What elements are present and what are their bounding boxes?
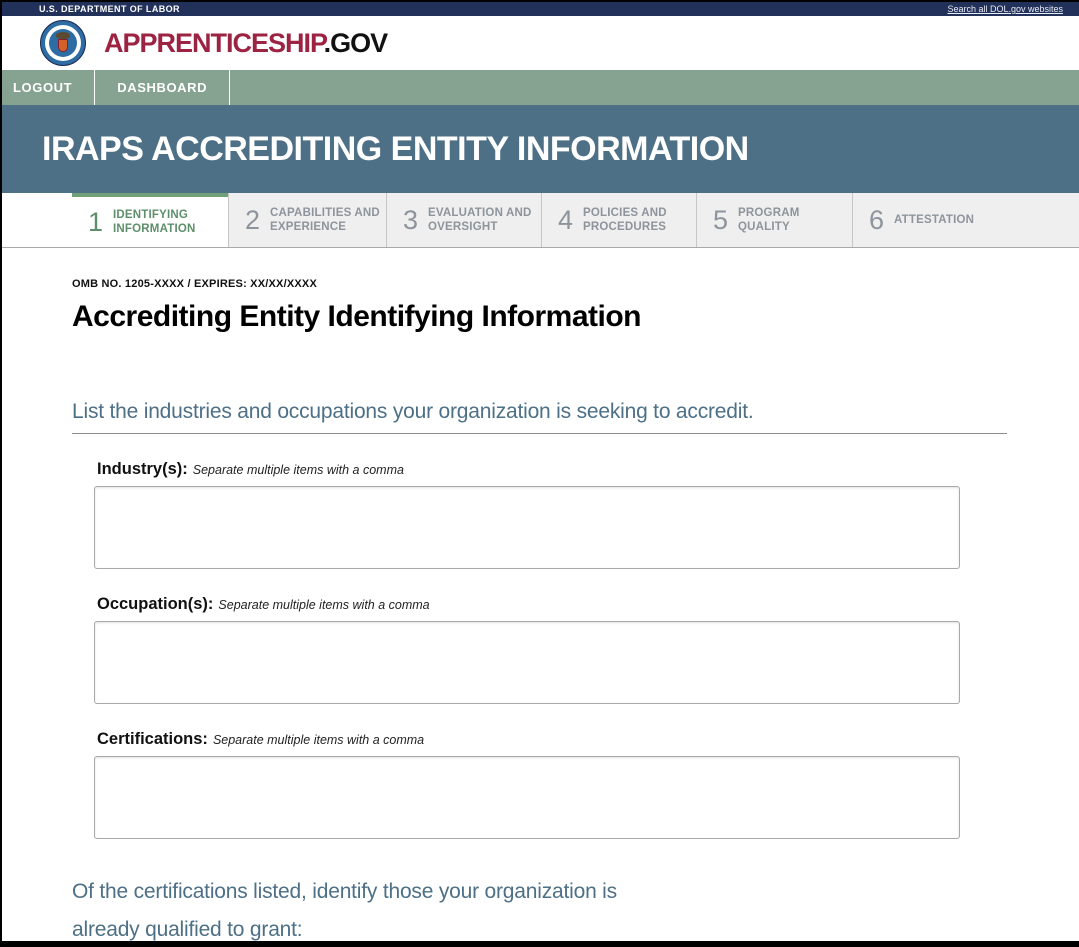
tab-program-quality[interactable]: 5 PROGRAM QUALITY <box>696 193 852 247</box>
industry-input[interactable] <box>94 486 960 569</box>
step-tabs: 1 IDENTIFYING INFORMATION 2 CAPABILITIES… <box>2 193 1079 248</box>
step-number: 6 <box>869 204 885 235</box>
logo-band: APPRENTICESHIP.GOV <box>2 16 1079 70</box>
industry-field-group: Industry(s): Separate multiple items with… <box>94 460 1007 569</box>
apprenticeship-gov-logo[interactable]: APPRENTICESHIP.GOV <box>104 27 389 59</box>
occupation-input[interactable] <box>94 621 960 704</box>
tab-evaluation-oversight[interactable]: 3 EVALUATION AND OVERSIGHT <box>386 193 541 247</box>
tab-identifying-information[interactable]: 1 IDENTIFYING INFORMATION <box>72 193 228 247</box>
occupation-label: Occupation(s): <box>97 595 214 613</box>
certifications-label: Certifications: <box>97 730 208 748</box>
step-label: ATTESTATION <box>894 213 975 226</box>
utility-nav: LOGOUT DASHBOARD <box>2 70 1079 105</box>
section-heading: List the industries and occupations your… <box>72 400 754 423</box>
step-label: POLICIES AND PROCEDURES <box>583 206 667 233</box>
tab-attestation[interactable]: 6 ATTESTATION <box>852 193 1079 247</box>
step-number: 2 <box>245 204 261 235</box>
form-title: Accrediting Entity Identifying Informati… <box>72 300 642 333</box>
step-number: 3 <box>403 204 419 235</box>
step-label: EVALUATION AND OVERSIGHT <box>428 206 532 233</box>
eagle-icon <box>56 32 70 39</box>
step-tabs-spacer <box>2 193 72 247</box>
wordmark-suffix: .GOV <box>323 27 389 58</box>
step-label: PROGRAM QUALITY <box>738 206 800 233</box>
certifications-input[interactable] <box>94 756 960 839</box>
certifications-field-group: Certifications: Separate multiple items w… <box>94 730 1007 839</box>
step-number: 4 <box>558 204 574 235</box>
dol-top-bar: U.S. DEPARTMENT OF LABOR Search all DOL.… <box>2 2 1079 16</box>
industry-hint: Separate multiple items with a comma <box>192 463 404 477</box>
dol-seal-icon <box>40 20 86 66</box>
page: U.S. DEPARTMENT OF LABOR Search all DOL.… <box>0 0 1079 947</box>
industry-label: Industry(s): <box>97 460 188 478</box>
step-number: 5 <box>713 204 729 235</box>
dashboard-button[interactable]: DASHBOARD <box>95 70 231 105</box>
search-dol-link[interactable]: Search all DOL.gov websites <box>947 4 1063 14</box>
wordmark-primary: APPRENTICESHIP <box>104 27 325 58</box>
followup-heading: Of the certifications listed, identify t… <box>72 880 617 941</box>
tab-capabilities-experience[interactable]: 2 CAPABILITIES AND EXPERIENCE <box>228 193 386 247</box>
omb-number: OMB NO. 1205-XXXX / EXPIRES: XX/XX/XXXX <box>72 278 317 290</box>
occupation-hint: Separate multiple items with a comma <box>218 598 430 612</box>
logout-button[interactable]: LOGOUT <box>2 70 96 105</box>
step-number: 1 <box>88 206 104 237</box>
certifications-hint: Separate multiple items with a comma <box>212 733 425 747</box>
step-label: CAPABILITIES AND EXPERIENCE <box>270 206 380 233</box>
section-divider <box>72 433 1007 434</box>
form-content: OMB NO. 1205-XXXX / EXPIRES: XX/XX/XXXX … <box>2 248 1007 941</box>
occupation-field-group: Occupation(s): Separate multiple items wi… <box>94 595 1007 704</box>
step-label: IDENTIFYING INFORMATION <box>113 208 196 235</box>
page-header: IRAPS ACCREDITING ENTITY INFORMATION <box>2 105 1079 193</box>
page-title: IRAPS ACCREDITING ENTITY INFORMATION <box>42 129 749 168</box>
agency-name: U.S. DEPARTMENT OF LABOR <box>39 4 180 14</box>
shield-icon <box>58 39 68 52</box>
tab-policies-procedures[interactable]: 4 POLICIES AND PROCEDURES <box>541 193 696 247</box>
